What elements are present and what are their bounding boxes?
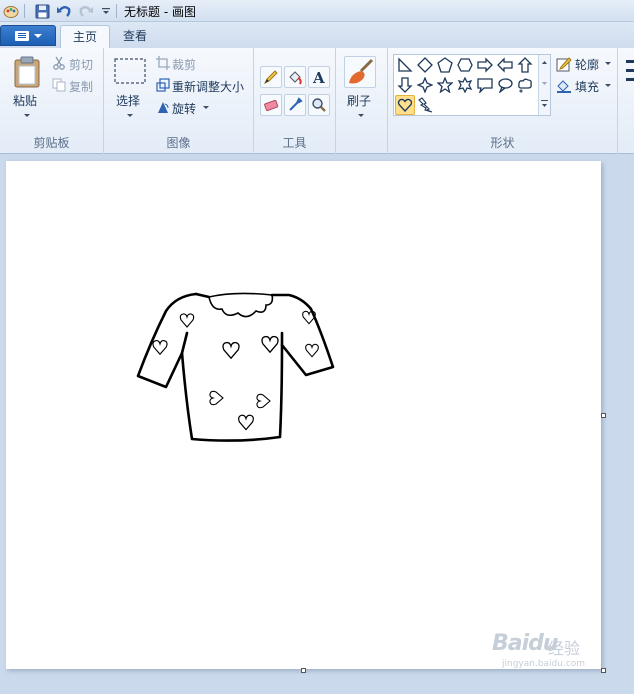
tab-view[interactable]: 查看 xyxy=(111,25,159,48)
lightning-shape-icon[interactable] xyxy=(415,95,435,115)
paint-app-icon[interactable] xyxy=(3,3,19,19)
fill-icon[interactable] xyxy=(284,66,306,88)
up-arrow-shape-icon[interactable] xyxy=(515,55,535,75)
resize-icon xyxy=(156,78,170,92)
sweater-drawing xyxy=(136,292,335,442)
tools-group: A 工具 xyxy=(254,48,336,154)
rotate-button[interactable]: 旋转 xyxy=(172,100,196,117)
resize-handle-corner[interactable] xyxy=(601,668,606,673)
shapes-group-label: 形状 xyxy=(490,136,515,150)
cut-button[interactable]: 剪切 xyxy=(69,56,93,73)
left-arrow-shape-icon[interactable] xyxy=(495,55,515,75)
gallery-scrollbar[interactable] xyxy=(538,55,550,115)
brush-icon[interactable] xyxy=(344,56,376,88)
pentagon-shape-icon[interactable] xyxy=(435,55,455,75)
paste-icon[interactable] xyxy=(12,56,42,88)
diamond-shape-icon[interactable] xyxy=(415,55,435,75)
svg-text:A: A xyxy=(312,69,325,85)
customize-dropdown-icon[interactable] xyxy=(98,3,114,19)
six-point-star-shape-icon[interactable] xyxy=(455,75,475,95)
oval-callout-shape-icon[interactable] xyxy=(495,75,515,95)
redo-icon[interactable] xyxy=(78,3,94,19)
fill-button[interactable]: 填充 xyxy=(575,78,599,95)
outline-pencil-icon xyxy=(556,56,572,72)
five-point-star-shape-icon[interactable] xyxy=(435,75,455,95)
line-size-icon[interactable] xyxy=(622,56,634,90)
chevron-down-icon[interactable] xyxy=(605,62,611,65)
ribbon-panel: 粘贴 剪切 复制 剪贴板 选择 裁剪 重新调整大小 旋转 图像 A 工具 刷子 … xyxy=(0,48,634,154)
right-arrow-shape-icon[interactable] xyxy=(475,55,495,75)
save-icon[interactable] xyxy=(34,3,50,19)
right-triangle-shape-icon[interactable] xyxy=(395,55,415,75)
copy-button[interactable]: 复制 xyxy=(69,78,93,95)
outline-button[interactable]: 轮廓 xyxy=(575,56,599,73)
select-button[interactable]: 选择 xyxy=(116,92,140,109)
image-group: 选择 裁剪 重新调整大小 旋转 图像 xyxy=(104,48,254,154)
rotate-icon xyxy=(156,100,170,114)
baidu-watermark: Baidu 经验 jingyan.baidu.com xyxy=(492,631,586,669)
pencil-icon[interactable] xyxy=(260,66,282,88)
crop-button[interactable]: 裁剪 xyxy=(172,56,196,73)
paste-button[interactable]: 粘贴 xyxy=(13,92,37,109)
menu-icon xyxy=(14,30,29,41)
shapes-gallery xyxy=(393,54,551,116)
title-bar: 无标题 - 画图 xyxy=(0,0,634,22)
separator xyxy=(24,4,25,18)
fill-bucket-icon xyxy=(556,78,572,94)
shapes-group: 轮廓 填充 形状 xyxy=(388,48,618,154)
drawing-canvas[interactable]: Baidu 经验 jingyan.baidu.com xyxy=(6,161,601,669)
eraser-icon[interactable] xyxy=(260,94,282,116)
resize-button[interactable]: 重新调整大小 xyxy=(172,78,244,95)
copy-icon xyxy=(52,78,66,92)
chevron-down-icon[interactable] xyxy=(203,106,209,109)
resize-handle-bottom[interactable] xyxy=(301,668,306,673)
select-icon[interactable] xyxy=(114,58,146,84)
heart-shape-icon[interactable] xyxy=(395,95,415,115)
brushes-group: 刷子 xyxy=(336,48,388,154)
resize-handle-right[interactable] xyxy=(601,413,606,418)
chevron-down-icon[interactable] xyxy=(24,114,30,117)
scissors-icon xyxy=(52,56,66,70)
tools-group-label: 工具 xyxy=(282,136,307,150)
text-icon[interactable]: A xyxy=(308,66,330,88)
down-arrow-shape-icon[interactable] xyxy=(395,75,415,95)
ribbon-tab-bar: 主页 查看 xyxy=(0,22,634,48)
magnifier-icon[interactable] xyxy=(308,94,330,116)
workspace: Baidu 经验 jingyan.baidu.com xyxy=(0,155,634,694)
rect-callout-shape-icon[interactable] xyxy=(475,75,495,95)
chevron-down-icon[interactable] xyxy=(358,114,364,117)
clipboard-group: 粘贴 剪切 复制 剪贴板 xyxy=(0,48,104,154)
chevron-down-icon[interactable] xyxy=(127,114,133,117)
tab-home[interactable]: 主页 xyxy=(60,25,111,48)
window-title: 无标题 - 画图 xyxy=(124,5,196,19)
clipboard-group-label: 剪贴板 xyxy=(33,136,70,150)
crop-icon xyxy=(156,56,170,70)
hexagon-shape-icon[interactable] xyxy=(455,55,475,75)
brushes-button[interactable]: 刷子 xyxy=(347,92,371,109)
cloud-callout-shape-icon[interactable] xyxy=(515,75,535,95)
color-picker-icon[interactable] xyxy=(284,94,306,116)
image-group-label: 图像 xyxy=(166,136,191,150)
four-point-star-shape-icon[interactable] xyxy=(415,75,435,95)
chevron-down-icon[interactable] xyxy=(605,84,611,87)
undo-icon[interactable] xyxy=(56,3,72,19)
separator xyxy=(116,4,117,18)
chevron-down-icon xyxy=(33,33,42,38)
file-menu-button[interactable] xyxy=(0,25,56,46)
